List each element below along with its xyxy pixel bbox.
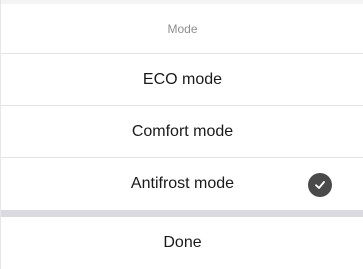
mode-action-sheet: Mode ECO mode Comfort mode Antifrost mod…	[0, 0, 363, 269]
checkmark-circle-icon	[308, 173, 332, 197]
option-eco-mode[interactable]: ECO mode	[1, 54, 363, 106]
sheet-title: Mode	[1, 4, 363, 54]
option-comfort-mode[interactable]: Comfort mode	[1, 106, 363, 158]
done-button[interactable]: Done	[1, 217, 363, 269]
section-separator	[1, 210, 363, 217]
